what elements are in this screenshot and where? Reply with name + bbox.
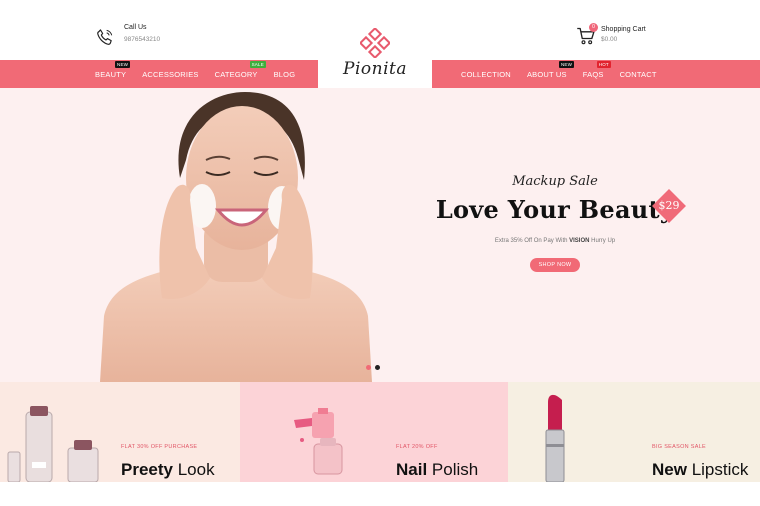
hero-offer-text: Extra 35% Off On Pay With VISION Hurry U… (420, 238, 690, 244)
banner-title-rest: Look (172, 460, 215, 479)
nav-item-faqs[interactable]: FAQS HOT (582, 60, 611, 79)
site-logo[interactable]: Pionita (318, 22, 432, 88)
banner-title-bold: Preety (121, 460, 173, 479)
cart-label: Shopping Cart (601, 26, 646, 33)
new-tag: NEW (558, 60, 575, 68)
cart-total: $0.00 (601, 36, 618, 43)
new-tag: NEW (115, 60, 131, 68)
shop-now-button[interactable]: SHOP NOW (529, 258, 581, 272)
nav-item-category-label: CATEGORY (214, 69, 258, 79)
slider-dots (366, 365, 380, 370)
promo-banners: FLAT 30% OFF PURCHASE Preety Look FLAT 2… (0, 382, 760, 482)
hero-model-image (100, 92, 372, 382)
banner-preety-look[interactable]: FLAT 30% OFF PURCHASE Preety Look (0, 382, 240, 482)
nav-item-faqs-label: FAQS (582, 69, 604, 79)
hero-slider: Mackup Sale Love Your Beauty Extra 35% O… (0, 88, 760, 382)
banner-title-bold: Nail (396, 460, 428, 479)
nav-item-beauty[interactable]: BEAUTY NEW (95, 60, 131, 79)
main-nav-left: BEAUTY NEW ACCESSORIES CATEGORY SALE BLO… (0, 60, 318, 88)
nav-item-beauty-label: BEAUTY (95, 69, 127, 79)
banner-label: FLAT 20% OFF (396, 444, 438, 450)
nav-item-accessories-label: ACCESSORIES (142, 69, 199, 79)
banner-title: New Lipstick (652, 460, 748, 480)
hot-tag: HOT (596, 60, 611, 68)
nav-item-collection-label: COLLECTION (461, 69, 511, 79)
nav-item-accessories[interactable]: ACCESSORIES (142, 70, 198, 79)
brand-name: Pionita (343, 59, 407, 79)
price-badge: $29 (652, 189, 686, 223)
banner-nail-polish[interactable]: FLAT 20% OFF Nail Polish (240, 382, 508, 482)
cart-count-badge: 0 (589, 23, 598, 32)
nav-item-about-us-label: ABOUT US (526, 69, 567, 79)
nav-item-blog-label: BLOG (273, 69, 296, 79)
call-us-label: Call Us (124, 24, 147, 31)
banner-title-rest: Polish (427, 460, 479, 479)
phone-number[interactable]: 9876543210 (124, 36, 160, 43)
nail-polish-image (294, 408, 343, 475)
sale-tag: SALE (249, 60, 266, 68)
offer-prefix: Extra 35% Off On Pay With (494, 238, 570, 244)
lipstick-image (545, 394, 565, 482)
hero-copy: Mackup Sale Love Your Beauty Extra 35% O… (420, 174, 690, 272)
slider-dot[interactable] (366, 365, 371, 370)
offer-suffix: Hurry Up (589, 238, 616, 244)
banner-title-bold: New (652, 460, 687, 479)
banner-label: BIG SEASON SALE (652, 444, 707, 450)
serum-bottles-image (7, 406, 99, 482)
nav-item-blog[interactable]: BLOG (274, 70, 296, 79)
page-bottom-strip (0, 482, 760, 506)
banner-title-rest: Lipstick (686, 460, 749, 479)
slider-dot[interactable] (375, 365, 380, 370)
offer-code: VISION (569, 238, 590, 244)
banner-label: FLAT 30% OFF PURCHASE (121, 444, 198, 450)
nav-item-contact-label: CONTACT (619, 69, 657, 79)
banner-title: Preety Look (121, 460, 215, 480)
price-value: $29 (658, 199, 680, 212)
banner-title: Nail Polish (396, 460, 478, 480)
hero-headline: Love Your Beauty (435, 195, 675, 224)
phone-icon (97, 29, 113, 45)
nav-item-about-us[interactable]: ABOUT US NEW (526, 60, 575, 79)
main-nav-right: COLLECTION ABOUT US NEW FAQS HOT CONTACT (432, 60, 760, 88)
logo-emblem-icon (360, 28, 390, 58)
call-us[interactable]: Call Us 9876543210 (95, 24, 160, 47)
nav-item-contact[interactable]: CONTACT (620, 70, 657, 79)
nav-item-category[interactable]: CATEGORY SALE (214, 60, 266, 79)
shopping-cart[interactable]: 0 Shopping Cart $0.00 (576, 23, 646, 46)
banner-new-lipstick[interactable]: BIG SEASON SALE New Lipstick (508, 382, 760, 482)
hero-kicker: Mackup Sale (512, 174, 598, 189)
nav-item-collection[interactable]: COLLECTION (461, 70, 511, 79)
